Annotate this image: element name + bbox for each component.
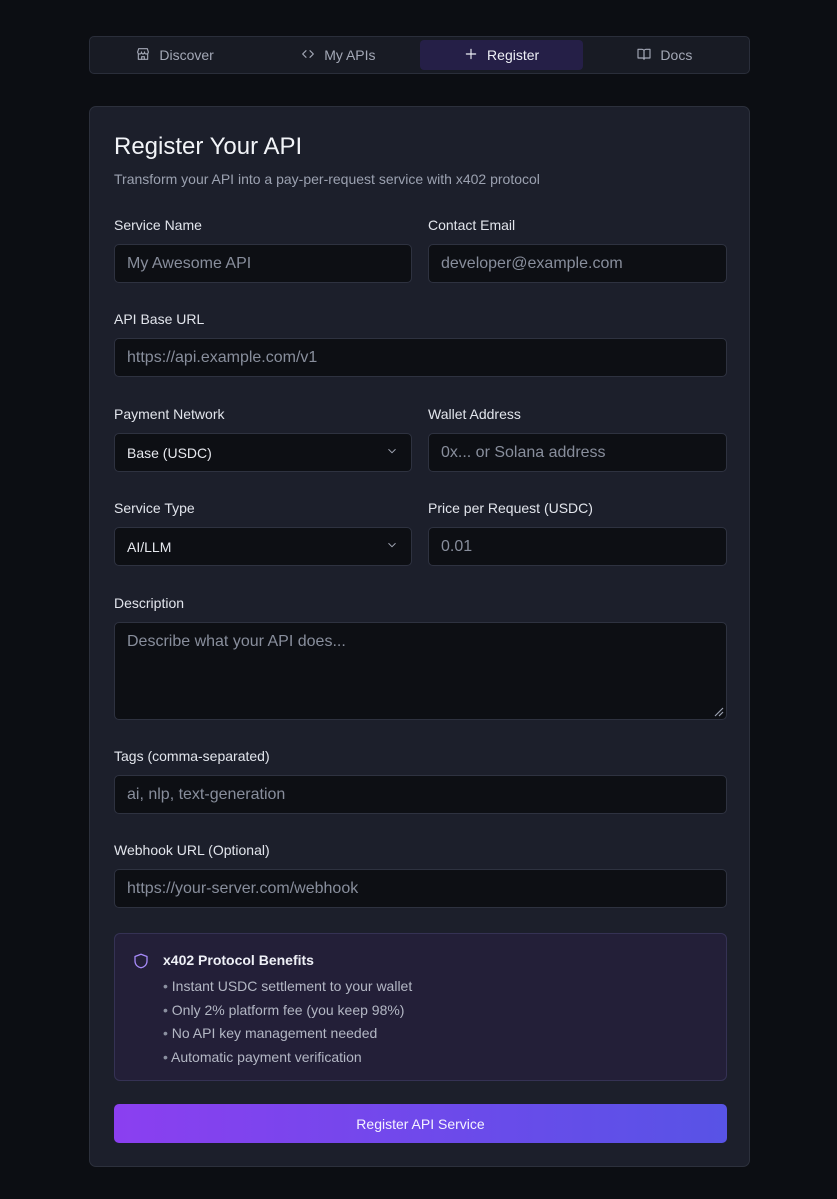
- register-form-card: Register Your API Transform your API int…: [89, 106, 750, 1167]
- description-label: Description: [114, 595, 185, 611]
- api-base-url-label: API Base URL: [114, 311, 205, 327]
- store-icon: [135, 46, 151, 65]
- wallet-address-label: Wallet Address: [428, 406, 521, 422]
- webhook-input[interactable]: https://your-server.com/webhook: [114, 869, 727, 908]
- page-title: Register Your API: [114, 133, 303, 160]
- plus-icon: [463, 46, 479, 65]
- payment-network-value: Base (USDC): [127, 444, 212, 461]
- register-api-button[interactable]: Register API Service: [114, 1104, 727, 1143]
- benefits-panel: x402 Protocol Benefits Instant USDC sett…: [114, 933, 727, 1081]
- tab-label: My APIs: [324, 47, 376, 63]
- service-name-label: Service Name: [114, 217, 202, 233]
- tab-register[interactable]: Register: [419, 40, 583, 70]
- webhook-label: Webhook URL (Optional): [114, 842, 270, 858]
- tab-discover[interactable]: Discover: [93, 40, 256, 70]
- chevron-down-icon: [385, 444, 399, 461]
- tags-input[interactable]: ai, nlp, text-generation: [114, 775, 727, 814]
- shield-icon: [134, 953, 148, 969]
- tab-label: Docs: [660, 47, 693, 63]
- list-item: No API key management needed: [163, 1022, 412, 1046]
- tab-label: Discover: [159, 47, 214, 63]
- service-type-label: Service Type: [114, 500, 195, 516]
- price-label: Price per Request (USDC): [428, 500, 593, 516]
- tab-docs[interactable]: Docs: [583, 40, 746, 70]
- description-textarea[interactable]: Describe what your API does...: [114, 622, 727, 720]
- chevron-down-icon: [385, 538, 399, 555]
- tab-my-apis[interactable]: My APIs: [256, 40, 419, 70]
- book-icon: [636, 46, 652, 65]
- wallet-address-input[interactable]: 0x... or Solana address: [428, 433, 727, 472]
- list-item: Instant USDC settlement to your wallet: [163, 975, 412, 999]
- contact-email-input[interactable]: developer@example.com: [428, 244, 727, 283]
- list-item: Only 2% platform fee (you keep 98%): [163, 999, 412, 1023]
- tab-label: Register: [487, 47, 540, 63]
- benefits-list: Instant USDC settlement to your wallet O…: [163, 975, 412, 1069]
- page-subtitle: Transform your API into a pay-per-reques…: [114, 171, 540, 187]
- benefits-title: x402 Protocol Benefits: [163, 952, 314, 968]
- api-base-url-input[interactable]: https://api.example.com/v1: [114, 338, 727, 377]
- price-input[interactable]: 0.01: [428, 527, 727, 566]
- service-type-select[interactable]: AI/LLM: [114, 527, 412, 566]
- list-item: Automatic payment verification: [163, 1046, 412, 1070]
- nav-tabs: Discover My APIs Register Docs: [89, 36, 750, 74]
- payment-network-label: Payment Network: [114, 406, 225, 422]
- code-icon: [300, 46, 316, 65]
- payment-network-select[interactable]: Base (USDC): [114, 433, 412, 472]
- resize-handle-icon[interactable]: [712, 705, 724, 717]
- service-name-input[interactable]: My Awesome API: [114, 244, 412, 283]
- tags-label: Tags (comma-separated): [114, 748, 270, 764]
- service-type-value: AI/LLM: [127, 538, 172, 555]
- description-placeholder: Describe what your API does...: [127, 633, 346, 650]
- contact-email-label: Contact Email: [428, 217, 516, 233]
